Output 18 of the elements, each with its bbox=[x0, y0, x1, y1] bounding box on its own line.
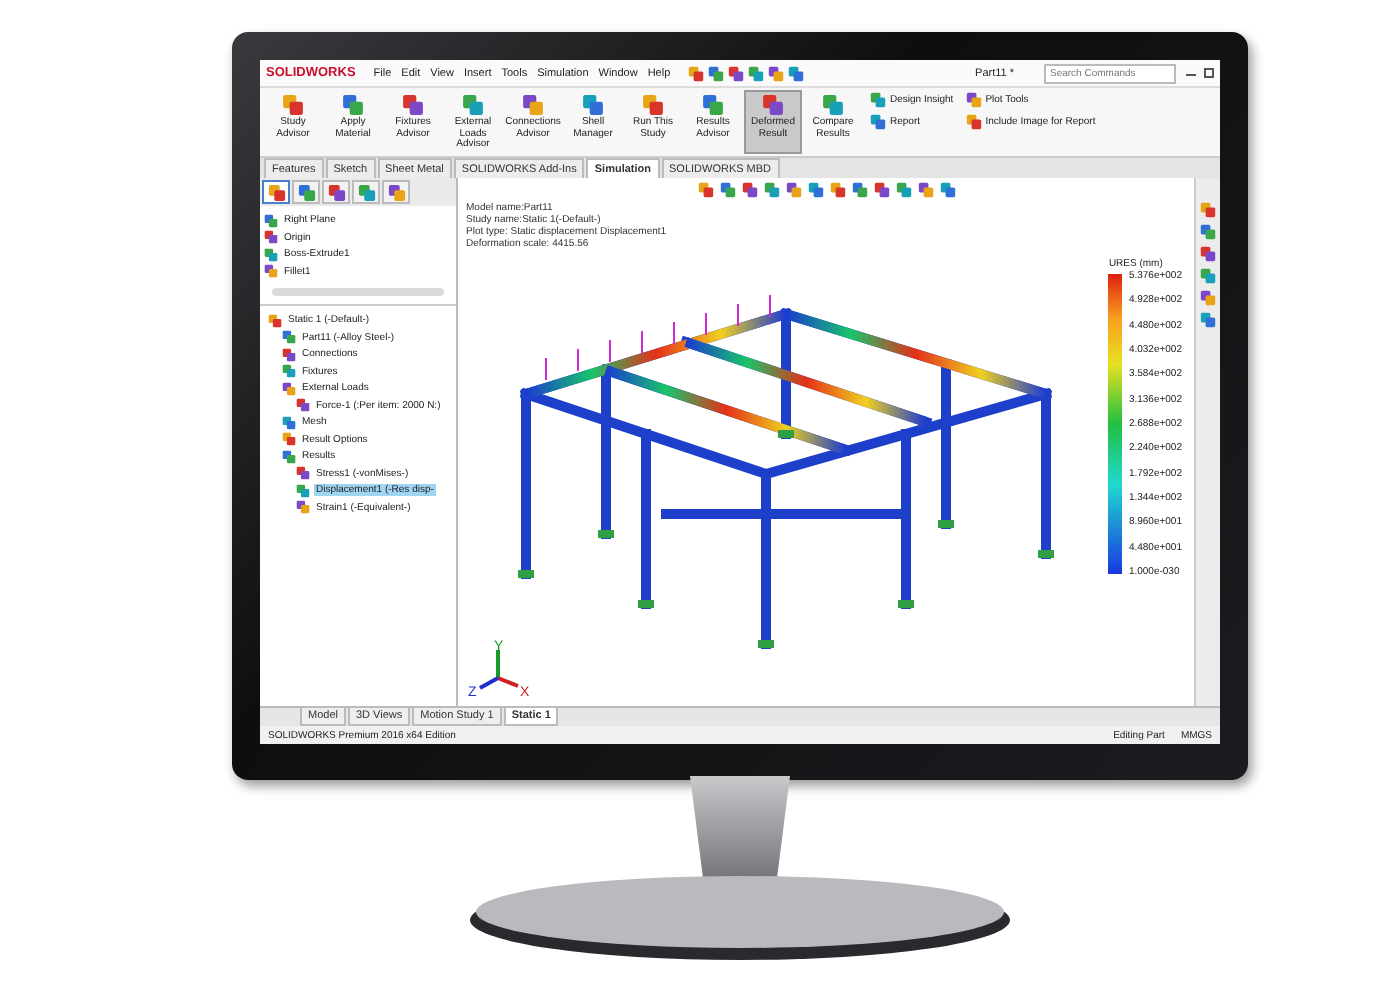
tool-icon bbox=[462, 94, 484, 116]
tool-icon bbox=[822, 94, 844, 116]
tool-icon bbox=[342, 94, 364, 116]
tool-icon bbox=[762, 94, 784, 116]
tool-icon bbox=[582, 94, 604, 116]
panel-tab[interactable] bbox=[352, 180, 380, 204]
tool-icon bbox=[702, 94, 724, 116]
panel-tab[interactable] bbox=[262, 180, 290, 204]
panel-tab[interactable] bbox=[292, 180, 320, 204]
panel-tab[interactable] bbox=[382, 180, 410, 204]
tool-icon bbox=[522, 94, 544, 116]
tool-icon bbox=[402, 94, 424, 116]
maximize-icon[interactable] bbox=[1204, 68, 1214, 78]
tool-icon bbox=[642, 94, 664, 116]
axis-triad-icon bbox=[479, 650, 519, 690]
panel-tab[interactable] bbox=[322, 180, 350, 204]
scroll-bar[interactable] bbox=[272, 288, 444, 296]
tool-icon bbox=[282, 94, 304, 116]
